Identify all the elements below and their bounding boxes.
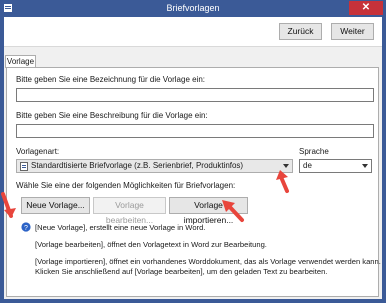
options-label: Wähle Sie eine der folgenden Möglichkeit… xyxy=(16,181,236,190)
chevron-down-icon xyxy=(362,164,368,168)
language-label: Sprache xyxy=(299,147,329,156)
window-title: Briefvorlagen xyxy=(166,3,220,13)
info-line-edit: [Vorlage bearbeiten], öffnet den Vorlage… xyxy=(35,240,267,249)
name-input[interactable] xyxy=(16,88,374,102)
annotation-arrow-new xyxy=(1,192,16,218)
language-select[interactable]: de xyxy=(299,159,372,173)
annotation-arrow-language xyxy=(276,170,289,193)
template-type-label: Vorlagenart: xyxy=(16,147,60,156)
new-template-button[interactable]: Neue Vorlage... xyxy=(21,197,90,214)
toolbar: Zurück Weiter xyxy=(4,17,382,47)
language-value: de xyxy=(303,161,312,170)
title-bar[interactable]: Briefvorlagen ✕ xyxy=(0,0,386,17)
next-button[interactable]: Weiter xyxy=(331,23,374,40)
svg-text:?: ? xyxy=(24,225,28,232)
edit-template-button[interactable]: Vorlage bearbeiten... xyxy=(93,197,166,225)
description-label: Bitte geben Sie eine Beschreibung für di… xyxy=(16,111,208,120)
close-button[interactable]: ✕ xyxy=(349,1,383,15)
template-type-select[interactable]: Standardtisierte Briefvorlage (z.B. Seri… xyxy=(16,159,293,173)
vorlage-panel: Bitte geben Sie eine Bezeichnung für die… xyxy=(6,67,381,297)
info-icon: ? xyxy=(21,222,31,232)
template-icon xyxy=(20,162,28,171)
template-type-value: Standardtisierte Briefvorlage (z.B. Seri… xyxy=(31,161,244,170)
info-line-import: [Vorlage importieren], öffnet ein vorhan… xyxy=(35,257,381,266)
info-line-import-hint: Klicken Sie anschließend auf [Vorlage be… xyxy=(35,267,328,276)
annotation-arrow-import xyxy=(222,200,244,222)
dialog-client: Zurück Weiter Vorlage Bitte geben Sie ei… xyxy=(4,17,382,299)
back-button[interactable]: Zurück xyxy=(279,23,322,40)
description-input[interactable] xyxy=(16,124,374,138)
name-label: Bitte geben Sie eine Bezeichnung für die… xyxy=(16,75,206,84)
close-icon: ✕ xyxy=(361,2,371,13)
dialog-window: Briefvorlagen ✕ Zurück Weiter Vorlage Bi… xyxy=(0,0,386,303)
info-line-new: [Neue Vorlage], erstellt eine neue Vorla… xyxy=(35,223,206,232)
